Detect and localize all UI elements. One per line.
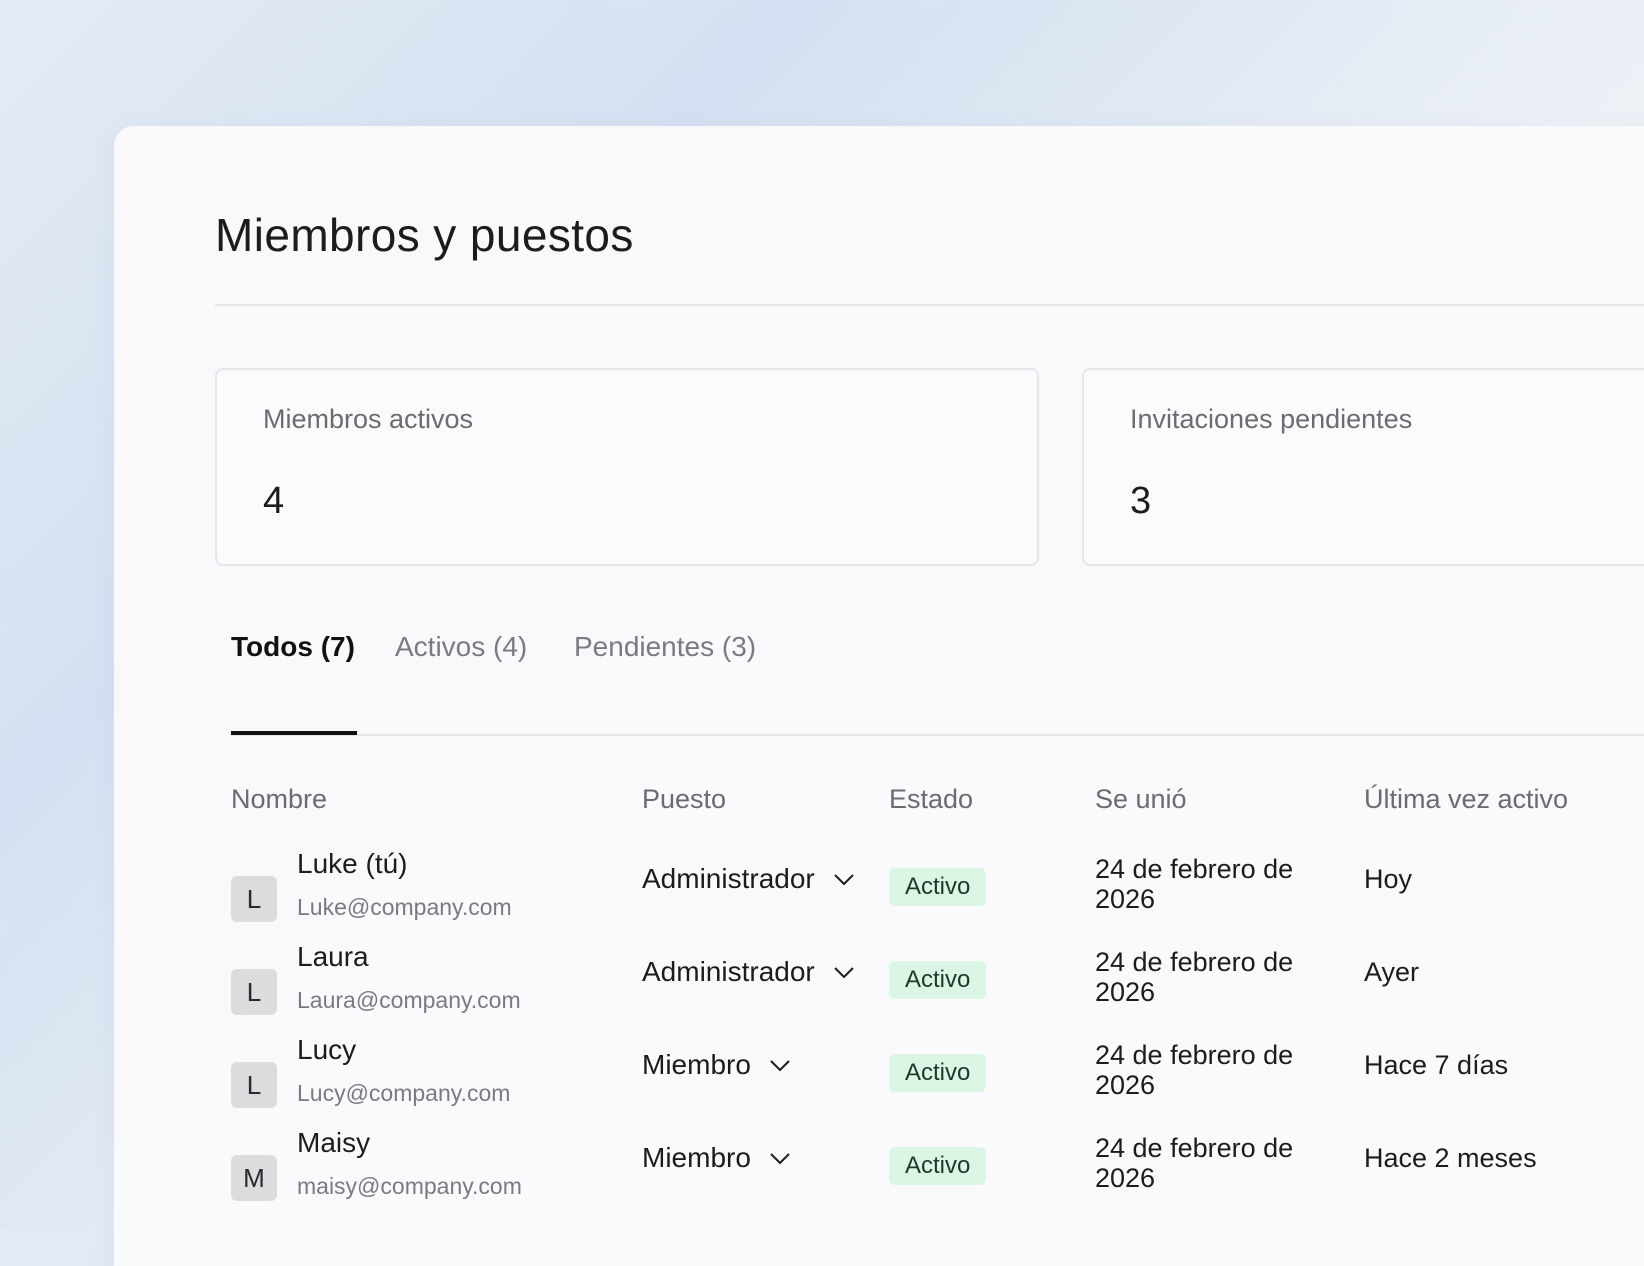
role-label: Miembro bbox=[642, 1142, 751, 1173]
column-header-role[interactable]: Puesto bbox=[642, 784, 726, 815]
last-active: Hace 7 días bbox=[1364, 1050, 1509, 1080]
chevron-down-icon bbox=[834, 874, 854, 886]
tab-all[interactable]: Todos (7) bbox=[231, 631, 355, 663]
member-email: Laura@company.com bbox=[297, 987, 521, 1013]
status-badge: Activo bbox=[889, 961, 987, 999]
stat-value: 4 bbox=[263, 480, 285, 522]
member-name: Laura bbox=[297, 941, 369, 972]
stat-card-active-members: Miembros activos 4 bbox=[215, 368, 1039, 566]
role-label: Administrador bbox=[642, 863, 815, 894]
joined-date: 24 de febrero de 2026 bbox=[1095, 854, 1294, 914]
title-divider bbox=[215, 304, 1644, 306]
status-badge: Activo bbox=[889, 1054, 987, 1092]
last-active: Hoy bbox=[1364, 864, 1413, 894]
joined-date: 24 de febrero de 2026 bbox=[1095, 1133, 1294, 1193]
column-header-status[interactable]: Estado bbox=[889, 784, 973, 815]
joined-date: 24 de febrero de 2026 bbox=[1095, 1040, 1294, 1100]
role-label: Administrador bbox=[642, 956, 815, 987]
role-dropdown[interactable]: Administrador bbox=[642, 863, 855, 895]
table-row: L Luke (tú) Luke@company.com Administrad… bbox=[114, 848, 1644, 940]
tab-active[interactable]: Activos (4) bbox=[395, 631, 527, 663]
last-active: Ayer bbox=[1364, 957, 1420, 987]
member-name: Maisy bbox=[297, 1127, 371, 1158]
role-dropdown[interactable]: Miembro bbox=[642, 1049, 791, 1081]
column-header-joined[interactable]: Se unió bbox=[1095, 784, 1187, 815]
avatar: M bbox=[231, 1155, 277, 1201]
stat-card-pending-invitations: Invitaciones pendientes 3 bbox=[1082, 368, 1644, 566]
table-row: M Maisy maisy@company.com Miembro Activo… bbox=[114, 1127, 1644, 1219]
tab-selected-indicator bbox=[231, 731, 357, 735]
tab-pending[interactable]: Pendientes (3) bbox=[574, 631, 756, 663]
avatar: L bbox=[231, 876, 277, 922]
member-email: Luke@company.com bbox=[297, 894, 512, 920]
stat-label: Miembros activos bbox=[263, 404, 474, 434]
member-name: Lucy bbox=[297, 1034, 357, 1065]
column-header-last-active[interactable]: Última vez activo bbox=[1364, 784, 1568, 815]
status-badge: Activo bbox=[889, 1147, 987, 1185]
tabs-divider bbox=[231, 734, 1644, 736]
avatar: L bbox=[231, 1062, 277, 1108]
member-email: maisy@company.com bbox=[297, 1173, 522, 1199]
member-email: Lucy@company.com bbox=[297, 1080, 511, 1106]
member-name: Luke (tú) bbox=[297, 848, 408, 879]
role-label: Miembro bbox=[642, 1049, 751, 1080]
joined-date: 24 de febrero de 2026 bbox=[1095, 947, 1294, 1007]
chevron-down-icon bbox=[770, 1153, 790, 1165]
members-panel: Miembros y puestos Miembros activos 4 In… bbox=[114, 126, 1644, 1266]
table-row: L Laura Laura@company.com Administrador … bbox=[114, 941, 1644, 1033]
stat-value: 3 bbox=[1130, 480, 1152, 522]
chevron-down-icon bbox=[834, 967, 854, 979]
page-title: Miembros y puestos bbox=[215, 209, 634, 261]
avatar: L bbox=[231, 969, 277, 1015]
chevron-down-icon bbox=[770, 1060, 790, 1072]
stat-label: Invitaciones pendientes bbox=[1130, 404, 1413, 434]
role-dropdown[interactable]: Administrador bbox=[642, 956, 855, 988]
role-dropdown[interactable]: Miembro bbox=[642, 1142, 791, 1174]
table-row: L Lucy Lucy@company.com Miembro Activo 2… bbox=[114, 1034, 1644, 1126]
status-badge: Activo bbox=[889, 868, 987, 906]
last-active: Hace 2 meses bbox=[1364, 1143, 1537, 1173]
column-header-name[interactable]: Nombre bbox=[231, 784, 327, 815]
